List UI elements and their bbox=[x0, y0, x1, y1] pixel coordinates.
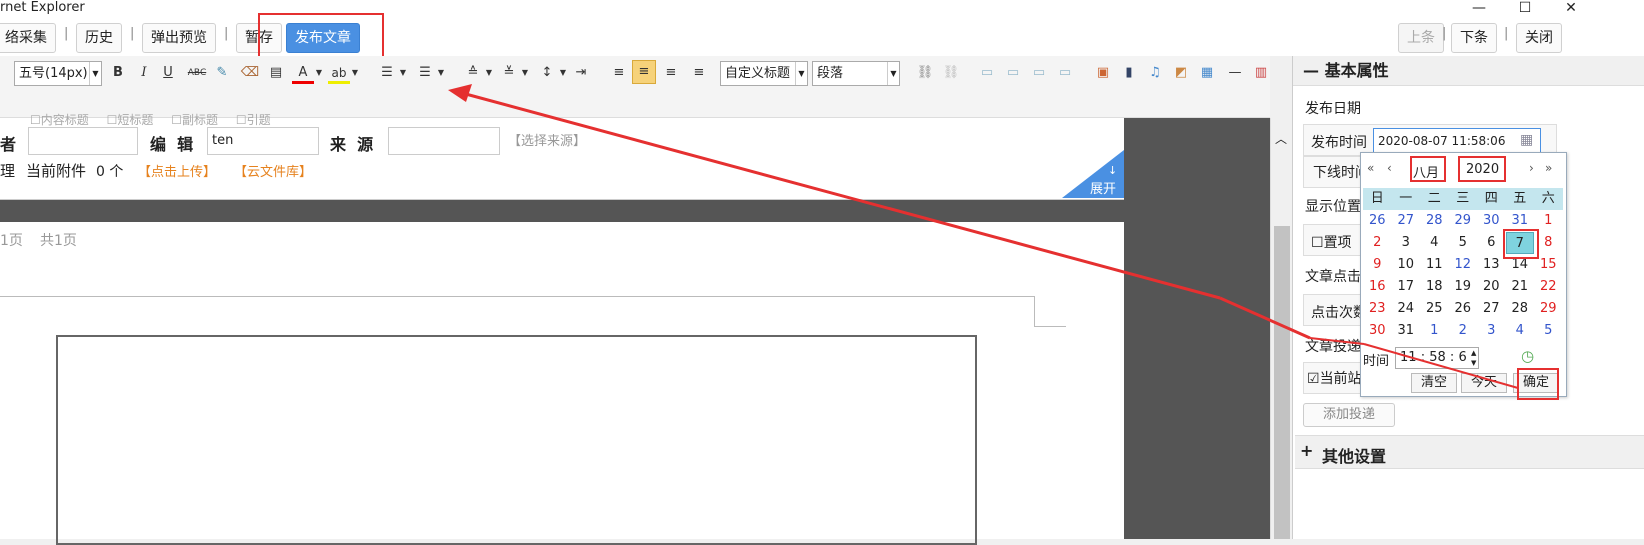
arrowhead bbox=[448, 84, 472, 102]
annotation-line bbox=[1309, 337, 1365, 345]
annotation-arrow bbox=[448, 84, 1519, 389]
annotation-line bbox=[1363, 343, 1519, 389]
annotation-line bbox=[461, 91, 1221, 300]
annotation-line bbox=[1219, 296, 1311, 340]
